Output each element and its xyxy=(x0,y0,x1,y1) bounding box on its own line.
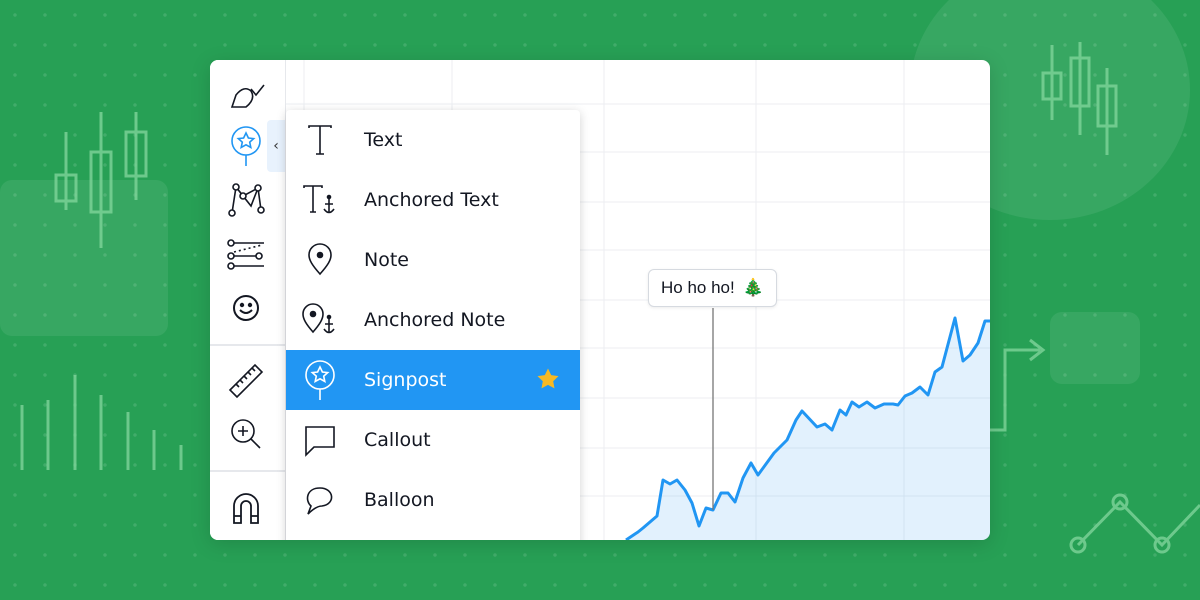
annotation-submenu: Text Anchored Text Note Anchored Note Si… xyxy=(286,110,580,540)
callout-icon xyxy=(305,426,335,457)
zoom-in-tool-button[interactable] xyxy=(224,412,268,456)
magnet-tool-button[interactable] xyxy=(224,486,268,530)
brush-icon xyxy=(230,84,265,108)
magnet-icon xyxy=(233,493,259,524)
brush-tool-button[interactable] xyxy=(224,72,268,116)
signpost-text: Ho ho ho! xyxy=(661,278,735,297)
collapse-submenu-button[interactable]: ‹ xyxy=(267,120,285,172)
menu-item-label: Text xyxy=(364,129,403,151)
annotation-tool-button[interactable] xyxy=(224,124,268,168)
toolbar-divider xyxy=(210,344,286,346)
price-area xyxy=(626,318,990,540)
zoom-in-icon xyxy=(231,419,261,449)
menu-item-anchored-note[interactable]: Anchored Note xyxy=(286,290,580,350)
app-window: Ho ho ho! 🎄 ‹ Text Anchored Text Note An… xyxy=(210,60,990,540)
toolbar-divider xyxy=(210,470,286,472)
menu-item-label: Anchored Text xyxy=(364,189,499,211)
note-icon xyxy=(308,243,332,276)
anchored-note-icon xyxy=(302,303,335,334)
menu-item-note[interactable]: Note xyxy=(286,230,580,290)
prediction-icon xyxy=(227,239,264,270)
christmas-tree-emoji: 🎄 xyxy=(742,278,764,297)
emoji-tool-button[interactable] xyxy=(224,286,268,330)
text-icon xyxy=(308,125,332,155)
anchored-text-icon xyxy=(303,185,335,214)
menu-item-label: Signpost xyxy=(364,369,447,391)
pattern-icon xyxy=(228,183,265,217)
chevron-left-icon: ‹ xyxy=(273,138,279,154)
signpost-icon xyxy=(305,360,335,400)
menu-item-label: Note xyxy=(364,249,409,271)
signpost-icon xyxy=(231,126,261,166)
favorite-star-icon[interactable] xyxy=(536,367,560,391)
emoji-icon xyxy=(233,295,259,321)
signpost-label[interactable]: Ho ho ho! 🎄 xyxy=(648,269,777,307)
menu-item-callout[interactable]: Callout xyxy=(286,410,580,470)
ruler-tool-button[interactable] xyxy=(224,358,268,402)
menu-item-signpost[interactable]: Signpost xyxy=(286,350,580,410)
balloon-icon xyxy=(306,487,333,515)
menu-item-label: Balloon xyxy=(364,489,435,511)
menu-item-anchored-text[interactable]: Anchored Text xyxy=(286,170,580,230)
menu-item-label: Callout xyxy=(364,429,431,451)
menu-item-balloon[interactable]: Balloon xyxy=(286,470,580,530)
ruler-icon xyxy=(228,363,264,399)
drawing-toolbar: ‹ xyxy=(210,60,286,540)
pattern-tool-button[interactable] xyxy=(224,178,268,222)
menu-item-label: Anchored Note xyxy=(364,309,506,331)
menu-item-text[interactable]: Text xyxy=(286,110,580,170)
prediction-tool-button[interactable] xyxy=(224,232,268,276)
